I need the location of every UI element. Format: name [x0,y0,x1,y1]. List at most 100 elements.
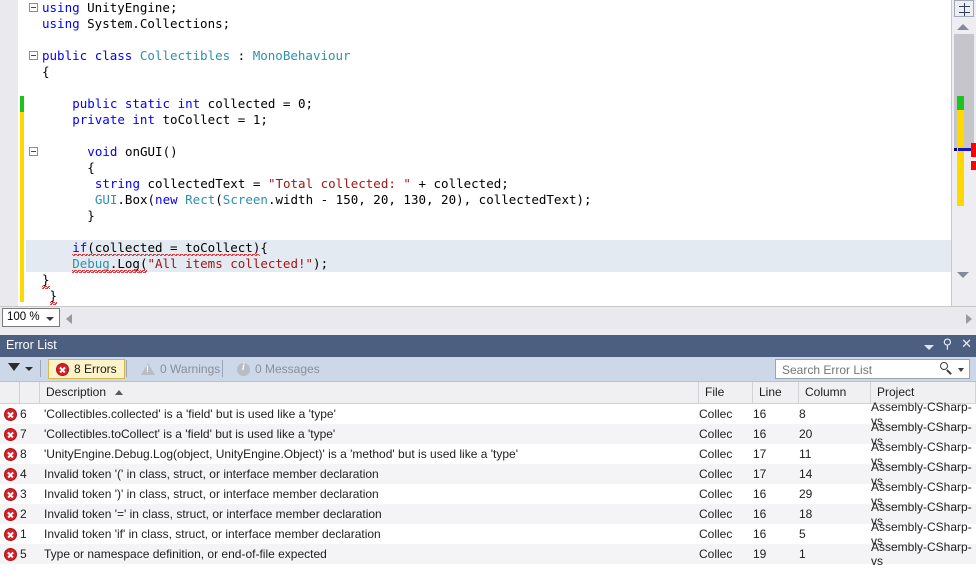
toolbar-separator [40,360,41,377]
scroll-up-arrow[interactable] [957,24,969,30]
error-icon [3,527,17,541]
row-severity-cell [0,487,20,501]
code-editor-pane[interactable]: using UnityEngine; using System.Collectio… [0,0,976,307]
table-row[interactable]: 1 Invalid token 'if' in class, struct, or… [0,520,976,548]
code-line[interactable]: } [26,288,952,304]
messages-filter-button[interactable]: 0 Messages [230,359,327,379]
table-row[interactable]: 8 'UnityEngine.Debug.Log(object, UnityEng… [0,440,976,468]
table-row[interactable]: 3 Invalid token ')' in class, struct, or … [0,480,976,508]
code-token: : [230,48,253,63]
row-severity-cell [0,527,20,541]
code-token: .Box( [117,192,156,207]
column-header-number[interactable] [20,382,40,403]
search-input[interactable] [780,360,944,380]
code-line[interactable]: } [26,208,952,224]
code-token: public [42,48,95,63]
code-line[interactable]: void onGUI() [26,144,952,160]
row-description-cell: 'Collectibles.collected' is a 'field' bu… [44,407,336,421]
code-line[interactable]: Debug.Log("All items collected!"); [26,256,952,272]
code-token: MonoBehaviour [252,48,351,63]
errors-filter-button[interactable]: 8 Errors [48,359,125,379]
zoom-level-value: 100 % [7,311,40,323]
code-line[interactable] [26,128,952,144]
column-header-column[interactable]: Column [799,382,871,403]
filter-icon[interactable] [8,363,20,371]
code-token: class [94,48,140,63]
code-token: Rect [185,192,216,207]
code-token: collectedText = [147,176,268,191]
search-error-list-box[interactable] [775,359,970,380]
scroll-marker-error [971,161,976,170]
code-line[interactable]: { [26,160,952,176]
pin-icon[interactable]: ⚲ [943,337,953,351]
zoom-level-combobox[interactable]: 100 % [2,308,60,327]
code-token: toCollect = [162,112,253,127]
code-line[interactable] [26,224,952,240]
table-header-row: Description File Line Column Project [0,382,976,404]
column-header-file[interactable]: File [699,382,753,403]
table-row[interactable]: 4 Invalid token '(' in class, struct, or … [0,460,976,488]
visual-studio-window: using UnityEngine; using System.Collectio… [0,0,976,581]
column-header-icon[interactable] [0,382,20,403]
code-line[interactable]: private int toCollect = 1; [26,112,952,128]
row-description-cell: Invalid token 'if' in class, struct, or … [44,527,381,541]
code-line[interactable] [26,32,952,48]
code-token: Collectibles [139,48,231,63]
row-line-cell: 16 [753,407,767,421]
search-chevron-down-icon[interactable] [958,368,964,372]
error-icon [3,547,17,561]
editor-horizontal-scrollbar[interactable] [62,308,976,328]
code-text-area[interactable]: using UnityEngine; using System.Collectio… [26,0,952,306]
code-token: .width - 150, 20, 130, 20), collectedTex… [267,192,592,207]
code-token: using [42,0,88,15]
code-line[interactable]: if(collected = toCollect){ [26,240,952,256]
row-column-cell: 8 [799,407,806,421]
code-line[interactable] [26,80,952,96]
code-line[interactable]: public static int collected = 0; [26,96,952,112]
warnings-filter-button[interactable]: 0 Warnings [134,359,227,379]
column-header-project[interactable]: Project [871,382,976,403]
code-line[interactable]: { [26,64,952,80]
editor-vertical-scrollbar[interactable] [951,0,976,306]
code-line[interactable]: GUI.Box(new Rect(Screen.width - 150, 20,… [26,192,952,208]
row-number-cell: 8 [20,447,27,461]
table-row[interactable]: 2 Invalid token '=' in class, struct, or … [0,500,976,528]
row-description-cell: Invalid token '=' in class, struct, or i… [44,507,382,521]
scroll-right-arrow[interactable] [966,314,972,324]
code-token: Screen [222,192,268,207]
outline-collapse-icon[interactable] [29,3,38,12]
table-row[interactable]: 6 'Collectibles.collected' is a 'field' b… [0,400,976,428]
error-icon [3,507,17,521]
split-view-button[interactable] [954,0,974,17]
outline-collapse-icon[interactable] [29,147,38,156]
code-line[interactable]: public class Collectibles : MonoBehaviou… [26,48,952,64]
window-dropdown-icon[interactable] [923,344,934,350]
table-row[interactable]: 5 Type or namespace definition, or end-of… [0,540,976,568]
scroll-marker-caret-line [958,148,971,151]
filter-chevron-down-icon[interactable] [25,367,33,371]
scroll-left-arrow[interactable] [66,314,72,324]
row-line-cell: 16 [753,507,767,521]
code-line[interactable]: string collectedText = "Total collected:… [26,176,952,192]
search-icon[interactable] [940,362,953,375]
column-header-file-label: File [705,385,725,399]
outline-collapse-icon[interactable] [29,51,38,60]
row-severity-cell [0,507,20,521]
row-number-cell: 7 [20,427,27,441]
code-line[interactable]: } [26,272,952,288]
row-column-cell: 14 [799,467,813,481]
column-header-description[interactable]: Description [40,382,699,403]
code-line[interactable]: using System.Collections; [26,16,952,32]
column-header-line[interactable]: Line [753,382,799,403]
code-line[interactable]: using UnityEngine; [26,0,952,16]
scroll-down-arrow[interactable] [957,272,969,278]
toolbar-separator [222,360,223,377]
scroll-marker-error [971,143,976,157]
code-token: string [94,176,148,191]
close-icon[interactable]: ✕ [961,337,972,351]
table-row[interactable]: 7 'Collectibles.toCollect' is a 'field' b… [0,420,976,448]
code-token: public [72,96,125,111]
row-number-cell: 4 [20,467,27,481]
row-line-cell: 17 [753,467,767,481]
